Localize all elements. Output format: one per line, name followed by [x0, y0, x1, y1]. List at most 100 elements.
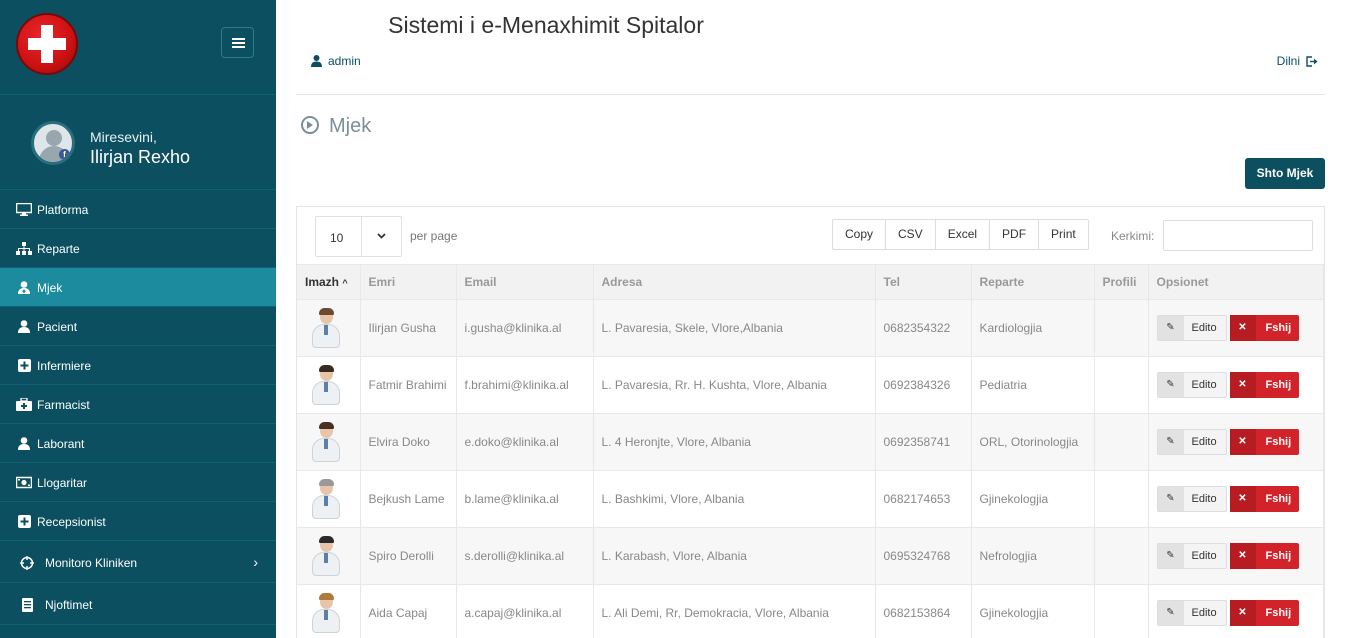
delete-label: Fshij: [1265, 607, 1292, 620]
sidebar-item-monitoro-kliniken[interactable]: Monitoro Kliniken ›: [0, 541, 276, 583]
search-input[interactable]: [1163, 220, 1313, 251]
pdf-button[interactable]: PDF: [990, 220, 1040, 249]
edit-button[interactable]: ✎ Edito: [1156, 372, 1227, 398]
close-icon: ✕: [1229, 429, 1256, 455]
sidebar-item-label: Farmacist: [37, 398, 90, 412]
delete-label: Fshij: [1265, 322, 1292, 334]
sidebar-item-laborant[interactable]: Laborant: [0, 424, 276, 463]
edit-button[interactable]: ✎ Edito: [1156, 543, 1227, 569]
logout-link[interactable]: Dilni: [1277, 54, 1318, 68]
current-user-link[interactable]: admin: [311, 54, 361, 68]
doctor-department: Pediatria: [971, 356, 1095, 414]
search-label: Kerkimi:: [1111, 229, 1155, 243]
divider: [296, 94, 1325, 95]
sidebar-item-label: Mjek: [37, 281, 63, 295]
doctors-table-panel: 10 per page Copy CSV Excel PDF Print Ker…: [296, 206, 1325, 638]
options-cell: ✎ Edito ✕ Fshij: [1148, 299, 1324, 357]
sidebar-item-label: Pacient: [37, 320, 78, 334]
per-page-label: per page: [410, 229, 458, 243]
table-row: Aida Capaj a.capaj@klinika.al L. Ali Dem…: [297, 584, 1324, 638]
edit-label: Edito: [1191, 607, 1217, 620]
sidebar-item-pacient[interactable]: Pacient: [0, 307, 276, 346]
sidebar-item-mjek[interactable]: Mjek: [0, 268, 276, 307]
edit-button[interactable]: ✎ Edito: [1156, 486, 1227, 512]
pencil-icon: ✎: [1157, 373, 1184, 397]
sidebar-item-reparte[interactable]: Reparte: [0, 229, 276, 268]
edit-button[interactable]: ✎ Edito: [1156, 315, 1227, 341]
sidebar-item-recepsionist[interactable]: Recepsionist: [0, 502, 276, 541]
chevron-right-icon: ›: [253, 554, 258, 570]
doctor-address: L. Pavaresia, Skele, Vlore,Albania: [593, 299, 876, 357]
page-title: Mjek: [301, 115, 371, 138]
doctor-photo: [308, 591, 344, 635]
doctor-photo: [308, 534, 344, 578]
edit-label: Edito: [1191, 550, 1217, 562]
doctor-name: Bejkush Lame: [360, 470, 457, 528]
table-row: Elvira Doko e.doko@klinika.al L. 4 Heron…: [297, 413, 1324, 471]
doctor-name: Fatmir Brahimi: [360, 356, 457, 414]
column-header-opsionet[interactable]: Opsionet: [1148, 264, 1324, 300]
column-header-imazh[interactable]: Imazh ^: [297, 264, 361, 300]
delete-button[interactable]: ✕ Fshij: [1229, 543, 1299, 569]
doctor-tel: 0695324768: [875, 527, 972, 585]
doctor-address: L. Bashkimi, Vlore, Albania: [593, 470, 876, 528]
doctor-tel: 0692358741: [875, 413, 972, 471]
avatar: f: [31, 121, 75, 165]
edit-button[interactable]: ✎ Edito: [1156, 429, 1227, 455]
user-icon: [16, 320, 32, 333]
doctor-tel: 0682354322: [875, 299, 972, 357]
delete-button[interactable]: ✕ Fshij: [1229, 486, 1299, 512]
edit-label: Edito: [1191, 436, 1217, 448]
options-cell: ✎ Edito ✕ Fshij: [1148, 527, 1324, 585]
edit-label: Edito: [1191, 379, 1217, 391]
column-header-emri[interactable]: Emri: [360, 264, 457, 300]
csv-button[interactable]: CSV: [886, 220, 936, 249]
doctor-email: a.capaj@klinika.al: [456, 584, 594, 638]
column-header-email[interactable]: Email: [456, 264, 594, 300]
hospital-cross-logo[interactable]: [16, 13, 78, 75]
logout-label: Dilni: [1276, 54, 1300, 68]
sidebar-item-label: Llogaritar: [37, 476, 88, 490]
delete-label: Fshij: [1265, 379, 1292, 391]
options-cell: ✎ Edito ✕ Fshij: [1148, 356, 1324, 414]
sidebar-item-llogaritar[interactable]: Llogaritar: [0, 463, 276, 502]
sidebar-item-infermiere[interactable]: Infermiere: [0, 346, 276, 385]
excel-button[interactable]: Excel: [936, 220, 991, 249]
edit-button[interactable]: ✎ Edito: [1156, 600, 1227, 627]
column-header-profili[interactable]: Profili: [1094, 264, 1149, 300]
facebook-icon: f: [59, 149, 70, 160]
sidebar-item-platforma[interactable]: Platforma: [0, 190, 276, 229]
close-icon: ✕: [1229, 543, 1256, 569]
delete-button[interactable]: ✕ Fshij: [1229, 429, 1299, 455]
page-length-select[interactable]: 10: [315, 216, 402, 257]
print-button[interactable]: Print: [1039, 220, 1088, 249]
doctor-email: f.brahimi@klinika.al: [456, 356, 594, 414]
plus-square-icon: [16, 359, 32, 372]
doctor-image-cell: [297, 413, 361, 471]
sidebar-item-farmacist[interactable]: Farmacist: [0, 385, 276, 424]
doctor-name: Aida Capaj: [360, 584, 457, 638]
pencil-icon: ✎: [1157, 430, 1184, 454]
add-doctor-button[interactable]: Shto Mjek: [1245, 158, 1325, 189]
doctor-email: e.doko@klinika.al: [456, 413, 594, 471]
medkit-icon: [16, 397, 32, 411]
delete-button[interactable]: ✕ Fshij: [1229, 600, 1299, 627]
greeting: Miresevini,: [90, 129, 157, 145]
doctor-department: Gjinekologjia: [971, 584, 1095, 638]
edit-label: Edito: [1191, 493, 1217, 505]
table-row: Spiro Derolli s.derolli@klinika.al L. Ka…: [297, 527, 1324, 585]
doctors-table: Imazh ^ Emri Email Adresa Tel Reparte Pr…: [297, 264, 1324, 638]
copy-button[interactable]: Copy: [833, 220, 887, 249]
chevron-down-icon: [361, 217, 401, 256]
money-icon: [15, 476, 33, 489]
user-icon: [311, 55, 322, 67]
doctor-address: L. 4 Heronjte, Vlore, Albania: [593, 413, 876, 471]
column-header-adresa[interactable]: Adresa: [593, 264, 876, 300]
column-header-reparte[interactable]: Reparte: [971, 264, 1095, 300]
delete-button[interactable]: ✕ Fshij: [1229, 315, 1299, 341]
column-header-tel[interactable]: Tel: [875, 264, 972, 300]
sidebar-item-njoftimet[interactable]: Njoftimet: [0, 583, 276, 625]
doctor-address: L. Ali Demi, Rr, Demokracia, Vlore, Alba…: [593, 584, 876, 638]
delete-button[interactable]: ✕ Fshij: [1229, 372, 1299, 398]
doctor-image-cell: [297, 527, 361, 585]
